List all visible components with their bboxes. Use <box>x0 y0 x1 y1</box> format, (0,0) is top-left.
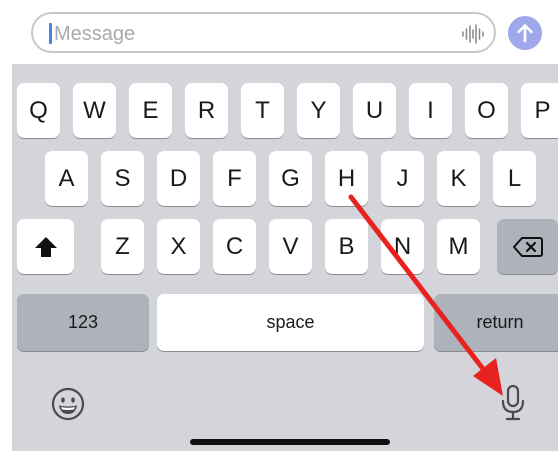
key-a[interactable]: A <box>45 151 88 206</box>
key-u[interactable]: U <box>353 83 396 138</box>
backspace-icon <box>512 236 543 257</box>
space-key[interactable]: space <box>157 294 424 351</box>
key-z[interactable]: Z <box>101 219 144 274</box>
key-l[interactable]: L <box>493 151 536 206</box>
key-r[interactable]: R <box>185 83 228 138</box>
key-t[interactable]: T <box>241 83 284 138</box>
shift-icon <box>34 236 57 257</box>
key-k[interactable]: K <box>437 151 480 206</box>
message-input[interactable]: Message <box>31 12 496 53</box>
key-d[interactable]: D <box>157 151 200 206</box>
key-p[interactable]: P <box>521 83 558 138</box>
key-f[interactable]: F <box>213 151 256 206</box>
key-o[interactable]: O <box>465 83 508 138</box>
key-n[interactable]: N <box>381 219 424 274</box>
arrow-up-icon <box>517 24 533 43</box>
key-y[interactable]: Y <box>297 83 340 138</box>
microphone-icon[interactable] <box>500 384 526 422</box>
message-placeholder: Message <box>54 23 136 45</box>
shift-key[interactable] <box>17 219 74 274</box>
numbers-key[interactable]: 123 <box>17 294 149 351</box>
key-q[interactable]: Q <box>17 83 60 138</box>
key-g[interactable]: G <box>269 151 312 206</box>
key-c[interactable]: C <box>213 219 256 274</box>
waveform-icon[interactable] <box>460 23 486 45</box>
key-m[interactable]: M <box>437 219 480 274</box>
key-s[interactable]: S <box>101 151 144 206</box>
key-w[interactable]: W <box>73 83 116 138</box>
send-button[interactable] <box>508 16 542 50</box>
key-h[interactable]: H <box>325 151 368 206</box>
key-b[interactable]: B <box>325 219 368 274</box>
delete-key[interactable] <box>497 219 558 274</box>
key-i[interactable]: I <box>409 83 452 138</box>
key-x[interactable]: X <box>157 219 200 274</box>
home-indicator <box>190 439 390 445</box>
return-key[interactable]: return <box>434 294 558 351</box>
key-e[interactable]: E <box>129 83 172 138</box>
keyboard: Q W E R T Y U I O P A S D F G H J K L Z … <box>12 64 558 451</box>
message-bar: Message <box>0 0 558 64</box>
text-caret <box>49 23 52 44</box>
key-j[interactable]: J <box>381 151 424 206</box>
key-v[interactable]: V <box>269 219 312 274</box>
emoji-icon[interactable] <box>51 387 85 421</box>
